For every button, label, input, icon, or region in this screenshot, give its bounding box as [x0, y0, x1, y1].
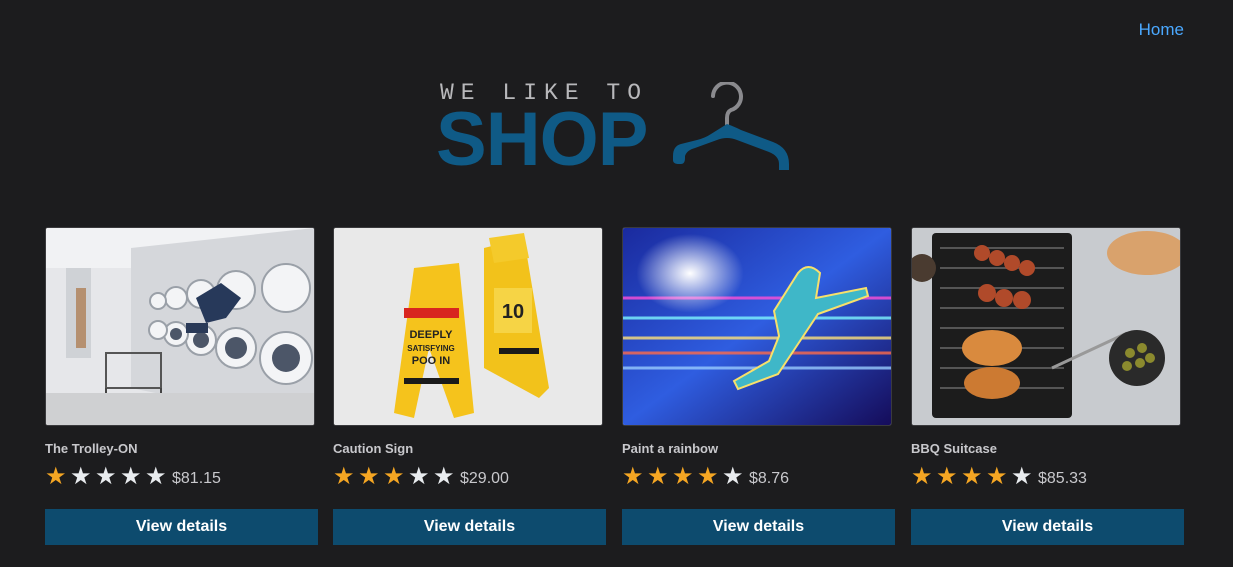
product-image-neon-runner[interactable]	[622, 227, 892, 426]
star-filled-icon: ★	[986, 463, 1008, 490]
svg-text:SATISFYING: SATISFYING	[407, 344, 454, 353]
star-empty-icon: ★	[145, 463, 167, 490]
star-filled-icon: ★	[961, 463, 983, 490]
laundromat-photo	[46, 228, 314, 425]
product-price: $29.00	[460, 470, 509, 487]
view-details-button[interactable]: View details	[622, 509, 895, 545]
star-empty-icon: ★	[95, 463, 117, 490]
product-image-laundromat[interactable]	[45, 227, 315, 426]
star-empty-icon: ★	[408, 463, 430, 490]
hanger-icon	[673, 82, 789, 170]
star-empty-icon: ★	[1011, 463, 1033, 490]
view-details-button[interactable]: View details	[911, 509, 1184, 545]
product-name: BBQ Suitcase	[911, 441, 997, 456]
star-filled-icon: ★	[647, 463, 669, 490]
star-filled-icon: ★	[383, 463, 405, 490]
star-empty-icon: ★	[120, 463, 142, 490]
product-card: BBQ Suitcase ★ ★ ★ ★ ★ $85.33 View details	[911, 227, 1185, 545]
star-empty-icon: ★	[70, 463, 92, 490]
star-filled-icon: ★	[622, 463, 644, 490]
product-price: $8.76	[749, 470, 790, 487]
product-card: The Trolley-ON ★ ★ ★ ★ ★ $81.15 View details	[45, 227, 319, 545]
shop-page: Home WE LIKE TO SHOP The Trolley-ON ★ ★ …	[0, 0, 1233, 567]
product-price: $85.33	[1038, 470, 1087, 487]
svg-text:10: 10	[502, 301, 524, 323]
shop-logo[interactable]: WE LIKE TO SHOP	[436, 78, 796, 188]
neon-runner-photo	[623, 228, 891, 425]
product-price: $81.15	[172, 470, 221, 487]
star-rating: ★ ★ ★ ★ ★	[911, 465, 1036, 489]
star-filled-icon: ★	[45, 463, 67, 490]
star-rating: ★ ★ ★ ★ ★	[622, 465, 747, 489]
star-filled-icon: ★	[672, 463, 694, 490]
star-filled-icon: ★	[358, 463, 380, 490]
star-filled-icon: ★	[333, 463, 355, 490]
product-name: Paint a rainbow	[622, 441, 719, 456]
product-name: The Trolley-ON	[45, 441, 138, 456]
nav-home-link[interactable]: Home	[1139, 20, 1184, 40]
product-card: Paint a rainbow ★ ★ ★ ★ ★ $8.76 View details	[622, 227, 896, 545]
product-image-bbq-grill[interactable]	[911, 227, 1181, 426]
star-rating: ★ ★ ★ ★ ★	[45, 465, 170, 489]
svg-text:POO IN: POO IN	[412, 355, 451, 367]
star-rating: ★ ★ ★ ★ ★	[333, 465, 458, 489]
star-filled-icon: ★	[697, 463, 719, 490]
svg-text:DEEPLY: DEEPLY	[409, 329, 453, 341]
star-filled-icon: ★	[911, 463, 933, 490]
star-filled-icon: ★	[936, 463, 958, 490]
product-rating: ★ ★ ★ ★ ★ $81.15	[45, 463, 319, 491]
caution-sign-photo: 10 DEEPLY SATISFYING POO IN	[334, 228, 602, 425]
product-rating: ★ ★ ★ ★ ★ $85.33	[911, 463, 1185, 491]
bbq-grill-photo	[912, 228, 1180, 425]
star-empty-icon: ★	[722, 463, 744, 490]
star-empty-icon: ★	[433, 463, 455, 490]
product-name: Caution Sign	[333, 441, 414, 456]
product-rating: ★ ★ ★ ★ ★ $29.00	[333, 463, 607, 491]
view-details-button[interactable]: View details	[45, 509, 318, 545]
product-image-caution-sign[interactable]: 10 DEEPLY SATISFYING POO IN	[333, 227, 603, 426]
product-rating: ★ ★ ★ ★ ★ $8.76	[622, 463, 896, 491]
view-details-button[interactable]: View details	[333, 509, 606, 545]
logo-wordmark: SHOP	[436, 97, 648, 182]
product-card: 10 DEEPLY SATISFYING POO IN Caution Sign…	[333, 227, 607, 545]
